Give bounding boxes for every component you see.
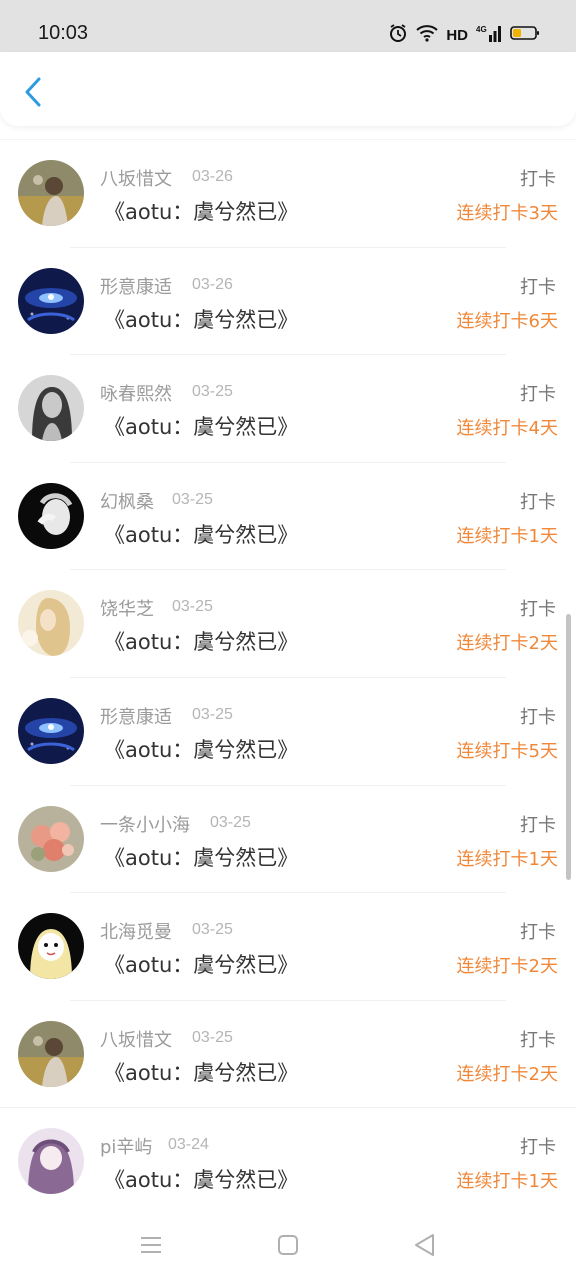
menu-button[interactable] [136, 1230, 166, 1260]
book-title: 《aotu：虞兮然已》 [104, 307, 299, 332]
checkin-date: 03-25 [192, 1028, 233, 1046]
checkin-label: 打卡 [520, 276, 556, 298]
signal-icon: 4G [476, 23, 502, 47]
book-title: 《aotu：虞兮然已》 [104, 953, 299, 978]
avatar[interactable] [18, 160, 84, 226]
checkin-label: 打卡 [520, 1029, 556, 1051]
checkin-date: 03-25 [172, 598, 213, 616]
back-button[interactable] [16, 72, 50, 112]
book-title: 《aotu：虞兮然已》 [104, 415, 299, 440]
user-name[interactable]: 饶华芝 [100, 595, 154, 621]
user-name[interactable]: 八坂惜文 [100, 1026, 172, 1052]
streak-label: 连续打卡2天 [456, 633, 558, 655]
user-name[interactable]: 八坂惜文 [100, 165, 172, 191]
checkin-label: 打卡 [520, 706, 556, 728]
status-time: 10:03 [38, 22, 89, 44]
list-item[interactable]: 幻枫桑 03-25 《aotu：虞兮然已》 打卡 连续打卡1天 [0, 463, 576, 571]
list-item[interactable]: 一条小小海 03-25 《aotu：虞兮然已》 打卡 连续打卡1天 [0, 786, 576, 894]
back-nav-button[interactable] [410, 1230, 440, 1260]
list-item[interactable]: 饶华芝 03-25 《aotu：虞兮然已》 打卡 连续打卡2天 [0, 570, 576, 678]
checkin-date: 03-25 [172, 490, 213, 508]
checkin-list: 八坂惜文 03-26 《aotu：虞兮然已》 打卡 连续打卡3天 形意康适 03… [0, 140, 576, 1216]
book-title: 《aotu：虞兮然已》 [104, 1168, 299, 1193]
streak-label: 连续打卡5天 [456, 740, 558, 762]
checkin-date: 03-25 [192, 383, 233, 401]
list-item[interactable]: 形意康适 03-26 《aotu：虞兮然已》 打卡 连续打卡6天 [0, 248, 576, 356]
streak-label: 连续打卡1天 [456, 848, 558, 870]
book-title: 《aotu：虞兮然已》 [104, 737, 299, 762]
user-name[interactable]: 咏春熙然 [100, 380, 172, 406]
checkin-date: 03-25 [210, 813, 251, 831]
checkin-label: 打卡 [520, 1137, 556, 1159]
book-title: 《aotu：虞兮然已》 [104, 522, 299, 547]
avatar[interactable] [18, 805, 84, 872]
checkin-date: 03-25 [192, 921, 233, 939]
streak-label: 连续打卡1天 [456, 525, 558, 547]
status-bar: 10:03 HD 4G [0, 0, 576, 52]
battery-icon [510, 25, 540, 45]
list-item[interactable]: 形意康适 03-25 《aotu：虞兮然已》 打卡 连续打卡5天 [0, 678, 576, 786]
avatar[interactable] [18, 1128, 84, 1195]
checkin-date: 03-25 [192, 705, 233, 723]
svg-text:4G: 4G [476, 25, 487, 34]
scrollbar[interactable] [566, 614, 571, 880]
streak-label: 连续打卡2天 [456, 1063, 558, 1085]
book-title: 《aotu：虞兮然已》 [104, 200, 299, 224]
top-app-bar [0, 52, 576, 126]
triangle-back-icon [415, 1234, 434, 1256]
checkin-date: 03-26 [192, 168, 233, 185]
user-name[interactable]: 形意康适 [100, 273, 172, 299]
avatar[interactable] [18, 590, 84, 657]
checkin-label: 打卡 [520, 599, 556, 621]
list-item[interactable]: 八坂惜文 03-26 《aotu：虞兮然已》 打卡 连续打卡3天 [0, 140, 576, 248]
checkin-label: 打卡 [520, 814, 556, 836]
avatar[interactable] [18, 375, 84, 442]
home-button[interactable] [273, 1230, 303, 1260]
checkin-label: 打卡 [520, 384, 556, 406]
checkin-label: 打卡 [520, 169, 556, 190]
list-item[interactable]: 八坂惜文 03-25 《aotu：虞兮然已》 打卡 连续打卡2天 [0, 1001, 576, 1109]
checkin-label: 打卡 [520, 922, 556, 944]
system-nav-bar [0, 1212, 576, 1280]
avatar[interactable] [18, 1020, 84, 1087]
user-name[interactable]: 形意康适 [100, 703, 172, 729]
avatar[interactable] [18, 913, 84, 980]
status-icons: HD 4G [388, 24, 540, 46]
list-item[interactable]: 北海觅曼 03-25 《aotu：虞兮然已》 打卡 连续打卡2天 [0, 893, 576, 1001]
wifi-icon [416, 24, 438, 46]
alarm-icon [388, 23, 408, 47]
book-title: 《aotu：虞兮然已》 [104, 1060, 299, 1085]
book-title: 《aotu：虞兮然已》 [104, 630, 299, 655]
streak-label: 连续打卡1天 [456, 1171, 558, 1193]
avatar[interactable] [18, 697, 84, 764]
streak-label: 连续打卡2天 [456, 956, 558, 978]
checkin-date: 03-26 [192, 275, 233, 293]
user-name[interactable]: pi辛屿 [100, 1133, 152, 1159]
home-icon [278, 1235, 298, 1255]
user-name[interactable]: 北海觅曼 [100, 918, 172, 944]
book-title: 《aotu：虞兮然已》 [104, 845, 299, 870]
user-name[interactable]: 一条小小海 [100, 811, 190, 837]
avatar[interactable] [18, 482, 84, 549]
menu-icon [141, 1237, 161, 1253]
list-item[interactable]: pi辛屿 03-24 《aotu：虞兮然已》 打卡 连续打卡1天 [0, 1108, 576, 1216]
list-item[interactable]: 咏春熙然 03-25 《aotu：虞兮然已》 打卡 连续打卡4天 [0, 355, 576, 463]
user-name[interactable]: 幻枫桑 [100, 488, 154, 514]
back-arrow-icon [25, 77, 41, 107]
network-hd-label: HD [446, 26, 468, 44]
streak-label: 连续打卡3天 [456, 203, 558, 224]
checkin-date: 03-24 [168, 1136, 209, 1154]
streak-label: 连续打卡4天 [456, 418, 558, 440]
streak-label: 连续打卡6天 [456, 310, 558, 332]
avatar[interactable] [18, 267, 84, 334]
checkin-label: 打卡 [520, 491, 556, 513]
